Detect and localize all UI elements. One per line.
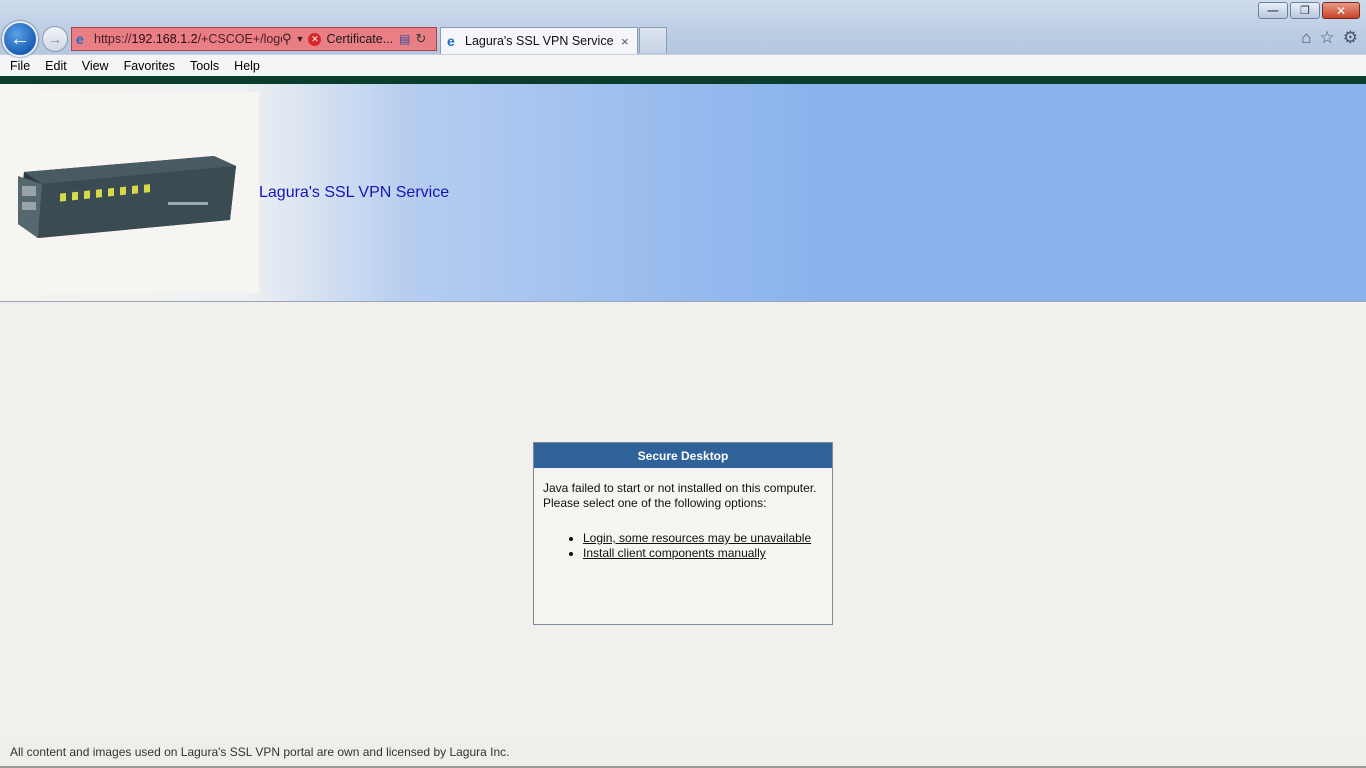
dialog-body: Java failed to start or not installed on… bbox=[534, 468, 832, 561]
star-icon[interactable]: ☆ bbox=[1320, 28, 1335, 48]
menu-file[interactable]: File bbox=[10, 59, 30, 73]
footer-text: All content and images used on Lagura's … bbox=[10, 745, 510, 759]
url-text[interactable]: https://192.168.1.2/+CSCOE+/logo bbox=[94, 32, 282, 46]
address-bar[interactable]: e https://192.168.1.2/+CSCOE+/logo ⚲ ▼ ✕… bbox=[71, 27, 437, 51]
gear-icon[interactable]: ⚙ bbox=[1343, 28, 1358, 48]
new-tab-button[interactable] bbox=[639, 27, 667, 53]
address-bar-icons: ⚲ ▼ bbox=[282, 31, 304, 47]
minimize-button[interactable]: — bbox=[1258, 2, 1288, 19]
secure-desktop-dialog: Secure Desktop Java failed to start or n… bbox=[533, 442, 833, 625]
refresh-icon[interactable]: ↻ bbox=[415, 31, 426, 47]
install-client-link[interactable]: Install client components manually bbox=[583, 546, 766, 560]
list-item: Login, some resources may be unavailable bbox=[583, 531, 823, 546]
logo-image bbox=[0, 92, 259, 293]
tab-close-icon[interactable]: × bbox=[621, 34, 637, 49]
login-link[interactable]: Login, some resources may be unavailable bbox=[583, 531, 811, 545]
menu-help[interactable]: Help bbox=[234, 59, 260, 73]
browser-chrome: — ❐ ✕ ← → e https://192.168.1.2/+CSCOE+/… bbox=[0, 0, 1366, 57]
ie-page-icon: e bbox=[76, 31, 84, 47]
url-scheme: https:// bbox=[94, 32, 132, 46]
toolbar-right-icons: ⌂ ☆ ⚙ bbox=[1301, 28, 1358, 48]
search-icon[interactable]: ⚲ bbox=[282, 31, 292, 47]
home-icon[interactable]: ⌂ bbox=[1301, 28, 1311, 48]
menu-favorites[interactable]: Favorites bbox=[124, 59, 175, 73]
arrow-left-icon: ← bbox=[10, 27, 30, 50]
certificate-error-label[interactable]: Certificate... bbox=[326, 32, 393, 46]
window-controls: — ❐ ✕ bbox=[1258, 2, 1360, 19]
forward-button[interactable]: → bbox=[42, 26, 68, 52]
compatibility-view-icon[interactable]: ▤ bbox=[399, 32, 410, 46]
menu-bar: File Edit View Favorites Tools Help bbox=[0, 54, 1366, 76]
portal-banner: Lagura's SSL VPN Service bbox=[0, 84, 1366, 302]
certificate-error-icon[interactable]: ✕ bbox=[308, 32, 322, 46]
menu-view[interactable]: View bbox=[82, 59, 109, 73]
dialog-options-list: Login, some resources may be unavailable… bbox=[583, 531, 823, 561]
tab-title: Lagura's SSL VPN Service bbox=[465, 34, 614, 48]
restore-button[interactable]: ❐ bbox=[1290, 2, 1320, 19]
arrow-right-icon: → bbox=[48, 31, 62, 47]
back-button[interactable]: ← bbox=[2, 21, 38, 57]
dialog-message-line2: Please select one of the following optio… bbox=[543, 496, 767, 510]
url-host: 192.168.1.2 bbox=[131, 32, 198, 46]
footer: All content and images used on Lagura's … bbox=[0, 738, 1366, 766]
header-divider bbox=[0, 76, 1366, 84]
security-appliance-image bbox=[18, 156, 236, 238]
ie-tab-icon: e bbox=[447, 33, 455, 49]
dialog-title: Secure Desktop bbox=[534, 443, 832, 468]
dropdown-icon[interactable]: ▼ bbox=[296, 34, 305, 44]
portal-title: Lagura's SSL VPN Service bbox=[259, 184, 450, 201]
list-item: Install client components manually bbox=[583, 546, 823, 561]
menu-edit[interactable]: Edit bbox=[45, 59, 67, 73]
url-path: /+CSCOE+/logo bbox=[197, 32, 282, 46]
tab-active[interactable]: e Lagura's SSL VPN Service × bbox=[440, 27, 638, 54]
dialog-message-line1: Java failed to start or not installed on… bbox=[543, 481, 817, 495]
close-button[interactable]: ✕ bbox=[1322, 2, 1360, 19]
menu-tools[interactable]: Tools bbox=[190, 59, 219, 73]
